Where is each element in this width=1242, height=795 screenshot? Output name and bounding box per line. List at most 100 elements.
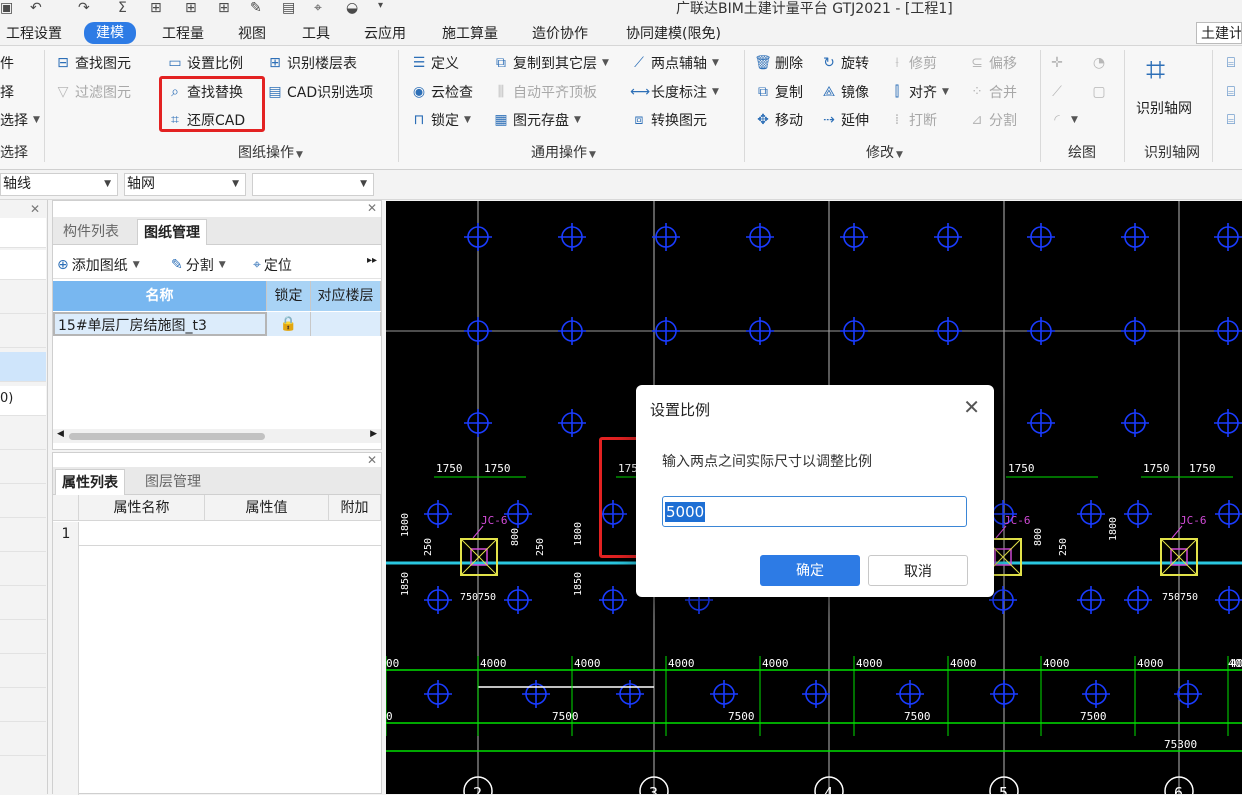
column-header-extra[interactable]: 附加 [329,495,381,521]
recognize-floor-table-button[interactable]: ⊞ 识别楼层表 [266,52,357,74]
strip-row-selected[interactable] [0,352,46,382]
two-point-axis-button[interactable]: ⟋ 两点辅轴 ▼ [630,52,719,74]
add-drawing-button[interactable]: ⊕ 添加图纸 ▼ [57,255,140,275]
strip-row[interactable] [0,658,46,688]
column-header-floor[interactable]: 对应楼层 [311,281,381,311]
ribbon-cut-item-1[interactable]: 件 [0,52,14,74]
ok-button[interactable]: 确定 [760,555,860,586]
actual-size-input[interactable] [662,496,967,527]
tool-icon[interactable]: ⌖ [314,0,322,16]
cloud-check-button[interactable]: ◉ 云检查 [410,81,473,103]
menu-cost-collab[interactable]: 造价协作 [532,23,588,43]
strip-row[interactable] [0,726,46,756]
ribbon-group-drawing[interactable]: 图纸操作 ▼ [238,142,303,162]
cad-options-button[interactable]: ▤ CAD识别选项 [266,81,373,103]
grid-icon[interactable]: ⊞ [150,0,162,16]
convert-element-button[interactable]: ⧈ 转换图元 [630,109,707,131]
horizontal-scrollbar[interactable]: ◀ ▶ [53,429,381,443]
draw-circle-button[interactable]: ◔ [1090,52,1108,74]
customize-icon[interactable]: ▾ [378,0,383,11]
table-icon[interactable]: ⊞ [185,0,197,16]
strip-row[interactable] [0,318,46,348]
edit-icon[interactable]: ✎ [250,0,262,16]
recognize-axis-button[interactable]: ⌗ 识别轴网 [1136,50,1200,122]
menu-view[interactable]: 视图 [238,23,266,43]
column-header-lock[interactable]: 锁定 [267,281,311,311]
menu-quantity[interactable]: 工程量 [162,23,204,43]
scroll-thumb[interactable] [69,433,265,440]
ribbon-cut-right-3[interactable]: ⌸ [1222,109,1240,131]
menu-project-settings[interactable]: 工程设置 [6,23,62,43]
strip-row[interactable] [0,556,46,586]
close-icon[interactable]: ✕ [963,395,980,419]
column-header-name[interactable]: 名称 [53,281,267,311]
save-icon[interactable]: ▣ [0,0,13,16]
strip-row[interactable] [0,488,46,518]
define-button[interactable]: ☰ 定义 [410,52,459,74]
scroll-left-icon[interactable]: ◀ [57,429,64,439]
strip-row[interactable] [0,284,46,314]
filter-element-button[interactable]: ▽ 过滤图元 [54,81,131,103]
strip-row[interactable] [0,250,46,280]
delete-button[interactable]: 🗑 删除 [754,52,803,74]
locate-button[interactable]: ⌖ 定位 [253,255,292,275]
ribbon-cut-item-2[interactable]: 择 [0,81,14,103]
file-icon[interactable]: ▤ [282,0,295,16]
strip-row[interactable] [0,454,46,484]
menu-construction[interactable]: 施工算量 [442,23,498,43]
auto-flush-button[interactable]: ⫼ 自动平齐顶板 [492,81,597,103]
lock-button[interactable]: ⊓ 锁定 ▼ [410,109,471,131]
tab-layer-management[interactable]: 图层管理 [145,471,201,491]
menu-tools[interactable]: 工具 [302,23,330,43]
ribbon-cut-right-1[interactable]: ⌸ [1222,52,1240,74]
break-button[interactable]: ⁞ 打断 [888,109,937,131]
type-combo[interactable]: 轴网 ▼ [124,173,246,196]
redo-icon[interactable]: ↷ [78,0,90,16]
strip-row[interactable] [0,624,46,654]
close-icon[interactable]: ✕ [367,201,377,215]
layout-icon[interactable]: ⊞ [218,0,230,16]
strip-row[interactable] [0,218,46,248]
strip-row[interactable] [0,692,46,722]
table-row[interactable] [79,522,381,546]
split-button[interactable]: ⊿ 分割 [968,109,1017,131]
menu-collab-modeling[interactable]: 协同建模(限免) [626,23,721,43]
ribbon-group-modify[interactable]: 修改 ▼ [866,142,903,162]
align-button[interactable]: ⫿ 对齐 ▼ [888,81,949,103]
copy-button[interactable]: ⧉ 复制 [754,81,803,103]
set-scale-button[interactable]: ▭ 设置比例 [166,52,243,74]
undo-icon[interactable]: ↶ [30,0,42,16]
element-combo[interactable]: ▼ [252,173,374,196]
menu-cloud[interactable]: 云应用 [364,23,406,43]
column-header-prop-name[interactable]: 属性名称 [79,495,205,521]
split-drawing-button[interactable]: ✎ 分割 ▼ [171,255,226,275]
length-dim-button[interactable]: ⟷ 长度标注 ▼ [630,81,719,103]
strip-row[interactable] [0,590,46,620]
menu-modeling[interactable]: 建模 [84,22,136,44]
find-element-button[interactable]: ⊟ 查找图元 [54,52,131,74]
drawing-name-cell[interactable]: 15#单层厂房结施图_t3 [53,312,267,336]
offset-button[interactable]: ⊆ 偏移 [968,52,1017,74]
ribbon-group-common[interactable]: 通用操作 ▼ [531,142,596,162]
lock-cell[interactable]: 🔒 [267,312,311,336]
draw-line-button[interactable]: ⟋ [1048,81,1066,103]
tab-property-list[interactable]: 属性列表 [55,469,125,495]
floor-cell[interactable] [311,312,381,336]
module-selector[interactable]: 土建计 [1196,22,1242,44]
trim-button[interactable]: ⟊ 修剪 [888,52,937,74]
cancel-button[interactable]: 取消 [868,555,968,586]
close-icon[interactable]: ✕ [367,453,377,467]
merge-button[interactable]: ⁘ 合并 [968,81,1017,103]
draw-rect-button[interactable]: ▢ [1090,81,1108,103]
cloud-icon[interactable]: ◒ [346,0,358,16]
strip-row[interactable]: 0) [0,386,46,416]
tab-drawing-management[interactable]: 图纸管理 [137,219,207,245]
ribbon-cut-item-3[interactable]: 选择 ▼ [0,109,40,131]
close-icon[interactable]: ✕ [30,202,40,216]
move-button[interactable]: ✥ 移动 [754,109,803,131]
strip-row[interactable] [0,420,46,450]
scroll-right-icon[interactable]: ▶ [370,429,377,439]
mirror-button[interactable]: ⟁ 镜像 [820,81,869,103]
copy-to-layer-button[interactable]: ⧉ 复制到其它层 ▼ [492,52,609,74]
column-header-prop-value[interactable]: 属性值 [205,495,329,521]
